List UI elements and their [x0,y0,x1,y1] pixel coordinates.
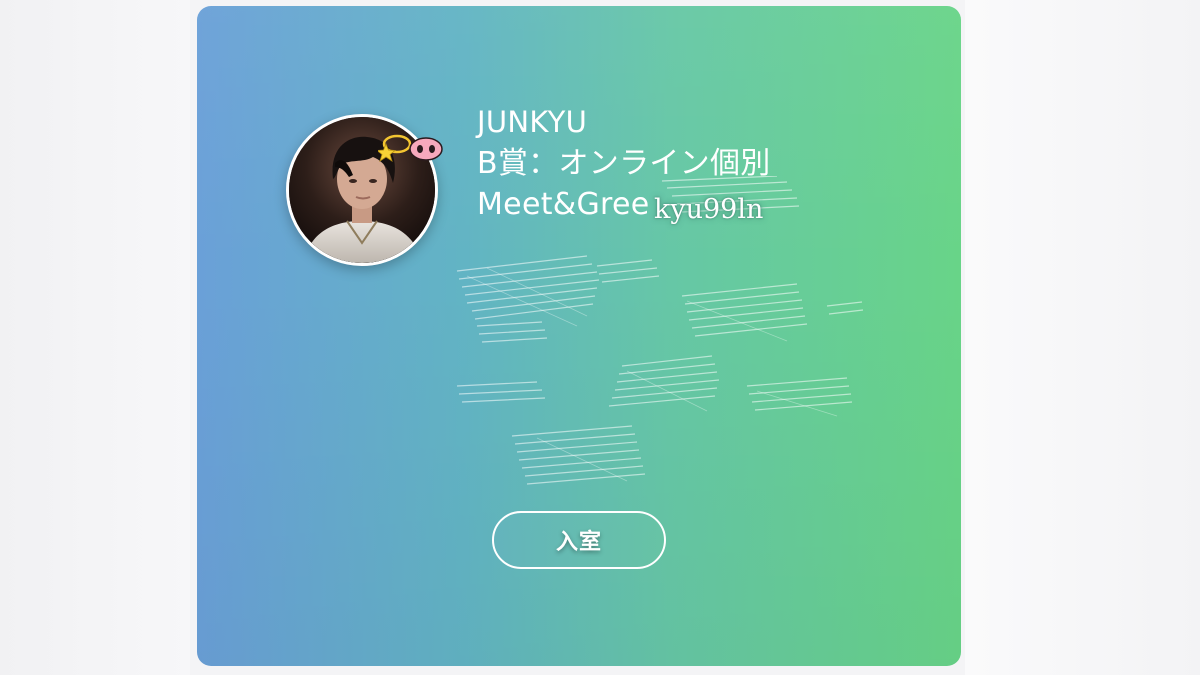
avatar-group [286,114,443,266]
pig-nose-icon [409,137,443,161]
enter-room-button[interactable]: 入室 [492,511,666,569]
page: JUNKYU B賞：オンライン個別 Meet&Gree kyu99ln 入室 [0,0,1200,675]
redaction-scribble [456,176,864,485]
handle-watermark: kyu99ln [654,194,764,225]
artist-name: JUNKYU [477,105,588,139]
page-background-left [0,0,190,675]
meet-greet-card: JUNKYU B賞：オンライン個別 Meet&Gree kyu99ln 入室 [197,6,961,666]
prize-label: B賞：オンライン個別 [477,146,771,181]
page-background-right [965,0,1200,675]
